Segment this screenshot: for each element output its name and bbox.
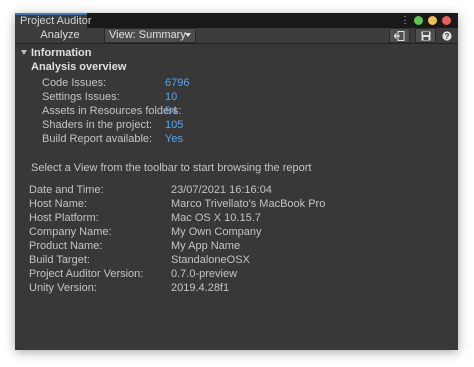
detail-label: Date and Time: [29, 184, 104, 196]
select-view-hint: Select a View from the toolbar to start … [31, 162, 312, 174]
detail-value: 0.7.0-preview [171, 268, 238, 280]
detail-label: Project Auditor Version: [29, 268, 144, 280]
view-dropdown[interactable]: View: Summary [104, 28, 196, 43]
detail-value: My App Name [171, 240, 241, 252]
detail-value: StandaloneOSX [171, 254, 250, 266]
stat-label: Shaders in the project: [42, 119, 153, 131]
stat-value-link[interactable]: 105 [165, 119, 183, 131]
detail-label: Build Target: [29, 254, 90, 266]
view-dropdown-value: View: Summary [109, 29, 186, 41]
detail-label: Company Name: [29, 226, 112, 238]
detail-label: Host Platform: [29, 212, 99, 224]
tab-project-auditor[interactable]: Project Auditor [15, 13, 92, 28]
minimize-button[interactable] [428, 16, 437, 25]
save-icon [421, 31, 430, 40]
stat-label: Build Report available: [42, 133, 153, 145]
detail-value: 23/07/2021 16:16:04 [171, 184, 272, 196]
stat-value-link[interactable]: 54 [165, 105, 177, 117]
toolbar: Analyze View: Summary ? [15, 28, 458, 44]
stat-value-link[interactable]: 6796 [165, 77, 189, 89]
project-auditor-window: Project Auditor · · · Analyze View: Summar… [15, 12, 458, 350]
stat-value-link[interactable]: Yes [165, 133, 183, 145]
chevron-down-icon [185, 33, 191, 37]
save-button[interactable] [415, 28, 436, 43]
detail-value: Mac OS X 10.15.7 [171, 212, 261, 224]
analyze-button[interactable]: Analyze [17, 28, 103, 43]
svg-text:?: ? [445, 32, 450, 41]
detail-label: Product Name: [29, 240, 103, 252]
help-button[interactable]: ? [437, 28, 457, 43]
stat-label: Settings Issues: [42, 91, 120, 103]
export-button[interactable] [389, 28, 410, 43]
information-foldout[interactable]: Information [21, 47, 92, 59]
help-icon: ? [442, 30, 452, 41]
stat-label: Code Issues: [42, 77, 107, 89]
stat-label: Assets in Resources folders: [42, 105, 182, 117]
detail-label: Unity Version: [29, 282, 97, 294]
foldout-arrow-icon [21, 50, 27, 55]
detail-label: Host Name: [29, 198, 88, 210]
export-icon [394, 30, 405, 41]
tab-bar: Project Auditor · · · [15, 12, 458, 29]
stat-value-link[interactable]: 10 [165, 91, 177, 103]
detail-value: My Own Company [171, 226, 262, 238]
detail-value: Marco Trivellato's MacBook Pro [171, 198, 326, 210]
detail-value: 2019.4.28f1 [171, 282, 230, 294]
information-label: Information [31, 47, 92, 59]
more-options-icon[interactable]: · · · [403, 12, 407, 29]
analysis-overview-header: Analysis overview [31, 61, 127, 73]
close-button[interactable] [442, 16, 451, 25]
maximize-button[interactable] [414, 16, 423, 25]
